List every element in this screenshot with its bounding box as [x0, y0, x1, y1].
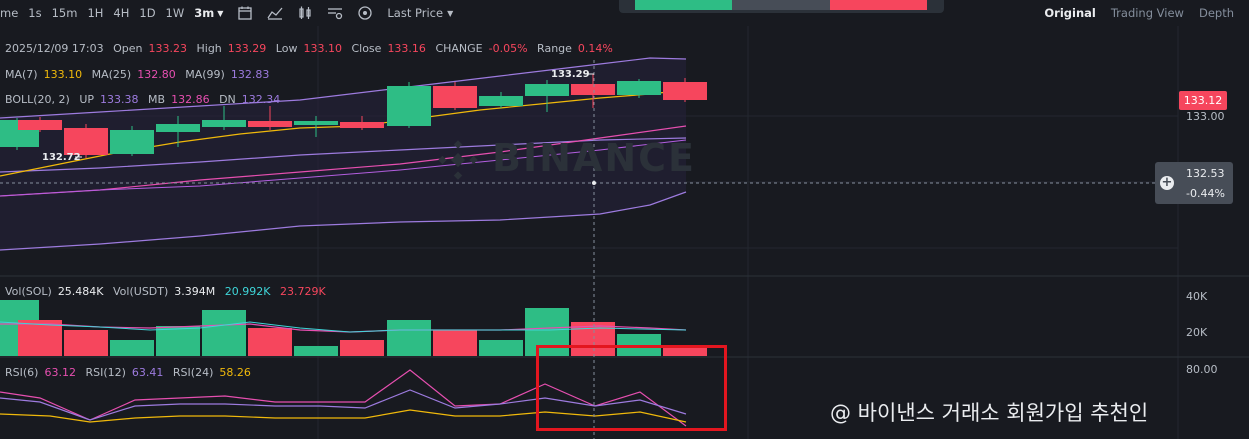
candle-body — [433, 86, 477, 108]
high-label: High — [196, 42, 222, 55]
low-value: 133.10 — [303, 42, 342, 55]
boll-dn-label: DN — [219, 93, 236, 106]
rsi6-value: 63.12 — [44, 366, 76, 379]
rsi12-value: 63.41 — [131, 366, 164, 379]
rsi-tick-80: 80.00 — [1186, 363, 1218, 376]
candle-body — [294, 121, 338, 125]
rsi24-label: RSI(24) — [172, 366, 214, 379]
candle-body — [387, 86, 431, 126]
vol-ma2-value: 23.729K — [279, 285, 326, 298]
candle-body — [156, 124, 200, 132]
candle-body — [571, 84, 615, 95]
ma-legend: MA(7) 133.10 MA(25) 132.80 MA(99) 132.83 — [5, 68, 275, 81]
high-value: 133.29 — [227, 42, 267, 55]
rsi24-value: 58.26 — [219, 366, 251, 379]
price-tick-133: 133.00 — [1186, 110, 1225, 123]
crosshair-pct: -0.44% — [1186, 187, 1225, 200]
volume-bar — [202, 310, 246, 356]
boll-mb-value: 132.86 — [171, 93, 210, 106]
ma99-value: 132.83 — [230, 68, 270, 81]
vol-sol-value: 25.484K — [57, 285, 104, 298]
range-value: 0.14% — [577, 42, 613, 55]
vol-usdt-value: 3.394M — [174, 285, 216, 298]
close-value: 133.16 — [387, 42, 426, 55]
ma7-value: 133.10 — [43, 68, 83, 81]
promo-watermark: @ 바이낸스 거래소 회원가입 추천인 — [830, 401, 1149, 425]
range-label: Range — [537, 42, 572, 55]
change-value: -0.05% — [488, 42, 528, 55]
rsi-legend: RSI(6) 63.12 RSI(12) 63.41 RSI(24) 58.26 — [5, 366, 257, 379]
volume-bar — [387, 320, 431, 356]
candle-body — [18, 120, 62, 130]
boll-up-value: 133.38 — [100, 93, 139, 106]
crosshair-price-tag: + 132.53 -0.44% — [1155, 162, 1233, 204]
boll-legend: BOLL(20, 2) UP 133.38 MB 132.86 DN 132.34 — [5, 93, 286, 106]
crosshair-price: 132.53 — [1186, 167, 1225, 180]
boll-up-label: UP — [79, 93, 95, 106]
candle-body — [202, 120, 246, 127]
open-value: 133.23 — [148, 42, 188, 55]
current-price-tag: 133.12 — [1179, 91, 1227, 110]
vol-tick-40k: 40K — [1186, 290, 1208, 303]
candle-body — [248, 121, 292, 127]
ma25-label: MA(25) — [91, 68, 132, 81]
rsi6-label: RSI(6) — [5, 366, 39, 379]
watermark-text: BINANCE — [492, 136, 696, 180]
ohlc-legend: 2025/12/09 17:03 Open 133.23 High 133.29 L… — [5, 42, 619, 55]
close-label: Close — [351, 42, 382, 55]
low-marker-label: 132.72 — [42, 152, 81, 163]
highlight-annotation-box — [536, 345, 727, 431]
volume-bar — [433, 330, 477, 356]
volume-bar — [110, 340, 154, 356]
add-alert-icon[interactable]: + — [1160, 176, 1174, 190]
volume-bar — [156, 326, 200, 356]
volume-bar — [64, 330, 108, 356]
volume-bar — [479, 340, 523, 356]
vol-tick-20k: 20K — [1186, 326, 1208, 339]
candle-body — [110, 130, 154, 154]
vol-sol-label: Vol(SOL) — [5, 285, 52, 298]
open-label: Open — [113, 42, 143, 55]
change-label: CHANGE — [435, 42, 483, 55]
volume-legend: Vol(SOL) 25.484K Vol(USDT) 3.394M 20.992K … — [5, 285, 332, 298]
ma25-value: 132.80 — [137, 68, 176, 81]
candle-body — [479, 96, 523, 106]
candle-body — [663, 82, 707, 100]
volume-bar — [248, 328, 292, 356]
ma7-label: MA(7) — [5, 68, 38, 81]
boll-label: BOLL(20, 2) — [5, 93, 70, 106]
candle-body — [64, 128, 108, 155]
candle-body — [525, 84, 569, 96]
boll-mb-label: MB — [148, 93, 166, 106]
low-label: Low — [275, 42, 298, 55]
boll-dn-value: 132.34 — [241, 93, 281, 106]
vol-usdt-label: Vol(USDT) — [113, 285, 169, 298]
high-marker-label: 133.29 — [551, 69, 590, 80]
volume-bar — [340, 340, 384, 356]
vol-ma1-value: 20.992K — [224, 285, 271, 298]
candle-body — [617, 81, 661, 95]
crosshair-center — [592, 181, 596, 185]
rsi12-label: RSI(12) — [85, 366, 126, 379]
volume-bar — [294, 346, 338, 356]
candle-body — [340, 122, 384, 128]
ohlc-datetime: 2025/12/09 17:03 — [5, 42, 104, 55]
ma99-label: MA(99) — [185, 68, 225, 81]
